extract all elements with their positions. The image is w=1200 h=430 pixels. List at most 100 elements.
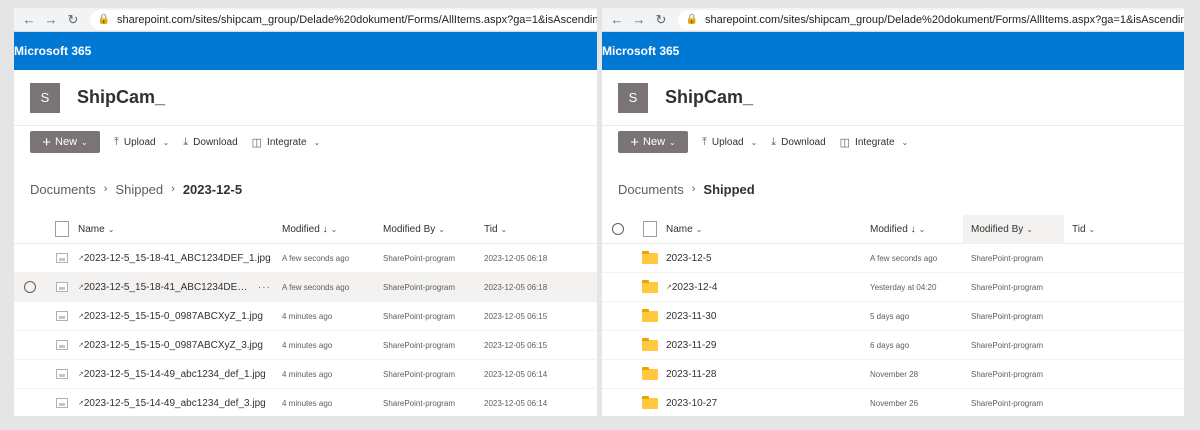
forward-arrow-icon[interactable]: → bbox=[628, 9, 650, 31]
file-type-header[interactable] bbox=[46, 221, 78, 237]
back-arrow-icon[interactable]: ← bbox=[18, 9, 40, 31]
breadcrumb-documents[interactable]: Documents bbox=[618, 182, 684, 197]
url-field[interactable]: 🔒 sharepoint.com/sites/shipcam_group/Del… bbox=[678, 9, 1184, 30]
right-screenshot-panel: ← → ↻ 🔒 sharepoint.com/sites/shipcam_gro… bbox=[602, 8, 1184, 416]
image-file-icon bbox=[56, 253, 68, 263]
m365-suite-bar: Microsoft 365 bbox=[602, 32, 1184, 70]
table-row[interactable]: ↗ 2023-12-5_15-15-0_0987ABCXyZ_1.jpg 4 mi… bbox=[14, 302, 597, 331]
modified-cell: A few seconds ago bbox=[282, 253, 350, 263]
breadcrumb-current: 2023-12-5 bbox=[182, 181, 243, 197]
folder-name[interactable]: 2023-11-29 bbox=[666, 340, 716, 351]
tid-cell: 2023-12-05 06:18 bbox=[484, 253, 548, 263]
sort-descending-icon: ↓ bbox=[910, 223, 916, 235]
folder-name[interactable]: 2023-11-28 bbox=[666, 369, 716, 380]
modified-column-header[interactable]: Modified ↓ ⌄ bbox=[282, 224, 383, 235]
folder-name[interactable]: 2023-10-27 bbox=[666, 398, 717, 409]
column-headers: Name ⌄ Modified ↓ ⌄ Modified By ⌄ Tid ⌄ bbox=[14, 215, 597, 244]
folder-icon bbox=[642, 395, 658, 409]
folder-icon bbox=[642, 308, 658, 322]
forward-arrow-icon[interactable]: → bbox=[40, 9, 62, 31]
chevron-right-icon: › bbox=[691, 183, 696, 195]
modified-by-column-header[interactable]: Modified By ⌄ bbox=[383, 224, 484, 235]
row-select-radio[interactable] bbox=[24, 281, 36, 293]
table-row[interactable]: 2023-12-5 A few seconds ago SharePoint-p… bbox=[602, 244, 1184, 273]
tid-cell: 2023-12-05 06:15 bbox=[484, 311, 548, 321]
table-row[interactable]: ↗2023-12-5_15-18-41_ABC1234DEF_3.jpg··· … bbox=[14, 273, 597, 302]
table-row[interactable]: ↗ 2023-12-4 Yesterday at 04:20 SharePoint… bbox=[602, 273, 1184, 302]
table-row[interactable]: 2023-11-29 6 days ago SharePoint-program bbox=[602, 331, 1184, 360]
lock-icon: 🔒 bbox=[97, 14, 111, 25]
file-type-header[interactable] bbox=[634, 221, 666, 237]
modified-by-cell: SharePoint-program bbox=[971, 282, 1044, 292]
m365-label[interactable]: Microsoft 365 bbox=[602, 44, 679, 58]
upload-icon: ⤒ bbox=[702, 135, 707, 148]
integrate-icon: ◫ bbox=[839, 136, 851, 149]
image-file-icon bbox=[56, 311, 68, 321]
more-actions-icon[interactable]: ··· bbox=[258, 282, 271, 293]
table-row[interactable]: 2023-11-30 5 days ago SharePoint-program bbox=[602, 302, 1184, 331]
download-button[interactable]: ⤓ Download bbox=[771, 136, 825, 149]
modified-cell: 4 minutes ago bbox=[282, 398, 333, 408]
table-row[interactable]: ↗ 2023-12-5_15-15-0_0987ABCXyZ_3.jpg 4 mi… bbox=[14, 331, 597, 360]
folder-name[interactable]: 2023-12-4 bbox=[672, 282, 718, 293]
breadcrumb-documents[interactable]: Documents bbox=[30, 182, 96, 197]
reload-icon[interactable]: ↻ bbox=[62, 9, 84, 31]
site-title[interactable]: ShipCam_ bbox=[665, 87, 753, 108]
column-headers: Name ⌄ Modified ↓ ⌄ Modified By ⌄ Tid ⌄ bbox=[602, 214, 1184, 244]
file-name[interactable]: 2023-12-5_15-18-41_ABC1234DEF_3.jpg bbox=[84, 282, 250, 293]
modified-by-cell: SharePoint-program bbox=[383, 311, 456, 321]
url-field[interactable]: 🔒 sharepoint.com/sites/shipcam_group/Del… bbox=[90, 9, 597, 30]
m365-label[interactable]: Microsoft 365 bbox=[14, 44, 91, 58]
browser-address-bar: ← → ↻ 🔒 sharepoint.com/sites/shipcam_gro… bbox=[14, 8, 597, 32]
chevron-down-icon: ⌄ bbox=[313, 137, 321, 147]
new-button[interactable]: + New ⌄ bbox=[30, 131, 100, 153]
name-column-header[interactable]: Name ⌄ bbox=[666, 224, 870, 235]
modified-by-cell: SharePoint-program bbox=[383, 282, 456, 292]
folder-icon bbox=[642, 250, 658, 264]
integrate-button[interactable]: ◫ Integrate ⌄ bbox=[252, 136, 321, 149]
table-row[interactable]: ↗ 2023-12-5_15-18-41_ABC1234DEF_1.jpg A f… bbox=[14, 244, 597, 273]
file-name[interactable]: 2023-12-5_15-15-0_0987ABCXyZ_3.jpg bbox=[84, 340, 263, 351]
chevron-down-icon: ⌄ bbox=[162, 137, 170, 147]
modified-cell: 6 days ago bbox=[870, 340, 910, 350]
modified-column-header[interactable]: Modified ↓ ⌄ bbox=[870, 224, 971, 235]
table-row[interactable]: ↗ 2023-12-5_15-14-49_abc1234_def_3.jpg 4 … bbox=[14, 389, 597, 416]
table-row[interactable]: ↗ 2023-12-5_15-14-49_abc1234_def_1.jpg 4 … bbox=[14, 360, 597, 389]
file-name[interactable]: 2023-12-5_15-18-41_ABC1234DEF_1.jpg bbox=[84, 253, 271, 264]
upload-button[interactable]: ⤒ Upload ⌄ bbox=[114, 136, 169, 149]
download-icon: ⤓ bbox=[183, 135, 189, 148]
select-all-cell[interactable] bbox=[602, 223, 634, 235]
site-logo[interactable]: S bbox=[30, 82, 60, 113]
breadcrumb-current: Shipped bbox=[703, 181, 755, 197]
folder-name[interactable]: 2023-11-30 bbox=[666, 311, 716, 322]
select-all-radio[interactable] bbox=[612, 223, 624, 235]
table-row[interactable]: 2023-11-28 November 28 SharePoint-progra… bbox=[602, 360, 1184, 389]
upload-icon: ⤒ bbox=[114, 135, 119, 148]
site-logo[interactable]: S bbox=[618, 82, 648, 113]
plus-icon: + bbox=[42, 133, 52, 151]
modified-by-column-header[interactable]: Modified By ⌄ bbox=[963, 214, 1064, 244]
reload-icon[interactable]: ↻ bbox=[650, 9, 672, 31]
table-row[interactable]: 2023-10-27 November 26 SharePoint-progra… bbox=[602, 389, 1184, 416]
new-button[interactable]: + New ⌄ bbox=[618, 131, 688, 153]
name-column-header[interactable]: Name ⌄ bbox=[78, 224, 282, 235]
site-title[interactable]: ShipCam_ bbox=[77, 87, 165, 108]
chevron-down-icon: ⌄ bbox=[1088, 224, 1096, 234]
modified-cell: Yesterday at 04:20 bbox=[870, 282, 937, 292]
tid-column-header[interactable]: Tid ⌄ bbox=[484, 224, 564, 235]
image-file-icon bbox=[56, 340, 68, 350]
integrate-button[interactable]: ◫ Integrate ⌄ bbox=[840, 136, 909, 149]
download-button[interactable]: ⤓ Download bbox=[183, 136, 237, 149]
new-label: New bbox=[55, 136, 78, 148]
modified-by-cell: SharePoint-program bbox=[971, 340, 1044, 350]
breadcrumb-shipped[interactable]: Shipped bbox=[115, 182, 163, 197]
modified-cell: A few seconds ago bbox=[870, 253, 938, 263]
back-arrow-icon[interactable]: ← bbox=[606, 9, 628, 31]
file-name[interactable]: 2023-12-5_15-14-49_abc1234_def_3.jpg bbox=[84, 398, 266, 409]
modified-by-cell: SharePoint-program bbox=[383, 340, 456, 350]
tid-column-header[interactable]: Tid ⌄ bbox=[1064, 224, 1144, 235]
upload-button[interactable]: ⤒ Upload ⌄ bbox=[702, 136, 757, 149]
file-name[interactable]: 2023-12-5_15-15-0_0987ABCXyZ_1.jpg bbox=[84, 311, 263, 322]
file-name[interactable]: 2023-12-5_15-14-49_abc1234_def_1.jpg bbox=[84, 369, 266, 380]
folder-name[interactable]: 2023-12-5 bbox=[666, 253, 712, 264]
